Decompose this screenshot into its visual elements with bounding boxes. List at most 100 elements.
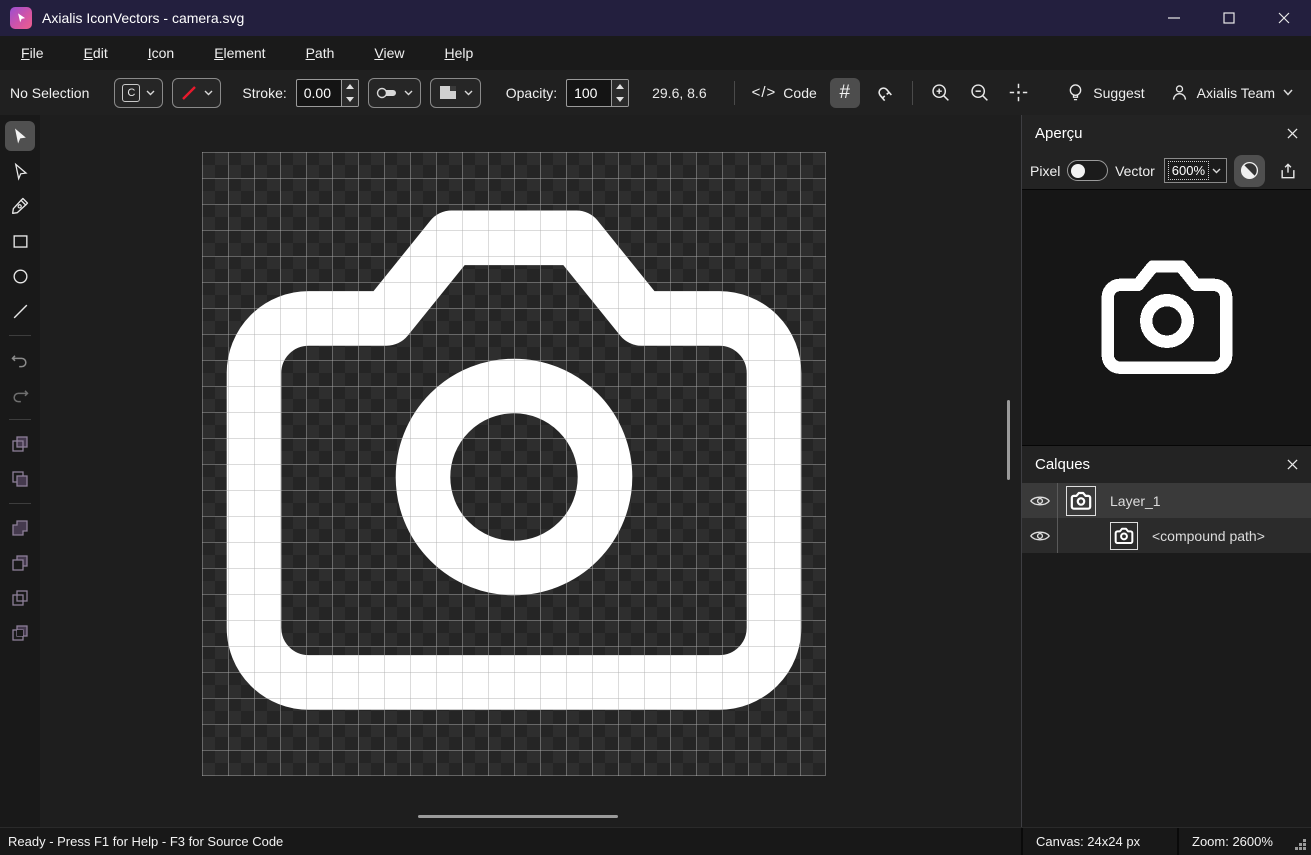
status-canvas-size: Canvas: 24x24 px bbox=[1021, 828, 1177, 855]
line-icon bbox=[11, 302, 30, 321]
preview-controls: Pixel Vector 600% bbox=[1022, 152, 1311, 190]
export-icon bbox=[1278, 161, 1298, 181]
camera-preview bbox=[1096, 247, 1238, 389]
main-area: Aperçu Pixel Vector 600% bbox=[0, 115, 1311, 827]
menu-help[interactable]: Help bbox=[429, 40, 488, 66]
maximize-button[interactable] bbox=[1201, 0, 1256, 36]
code-button[interactable]: </> Code bbox=[748, 84, 821, 101]
titlebar: Axialis IconVectors - camera.svg bbox=[0, 0, 1311, 36]
bring-forward-icon bbox=[10, 434, 30, 454]
menu-icon[interactable]: Icon bbox=[133, 40, 189, 66]
opacity-spin-up[interactable] bbox=[612, 80, 628, 93]
stroke-width-input[interactable] bbox=[297, 80, 341, 106]
preview-background-toggle[interactable] bbox=[1234, 155, 1265, 187]
chevron-down-icon bbox=[204, 90, 213, 96]
center-view-button[interactable] bbox=[1004, 78, 1034, 108]
layer-visibility-toggle[interactable] bbox=[1022, 518, 1058, 553]
pen-tool[interactable] bbox=[5, 191, 35, 221]
stroke-spin-down[interactable] bbox=[342, 93, 358, 106]
chevron-down-icon bbox=[1212, 168, 1221, 174]
rectangle-tool[interactable] bbox=[5, 226, 35, 256]
bring-forward-button[interactable] bbox=[5, 429, 35, 459]
zoom-in-button[interactable] bbox=[926, 78, 956, 108]
opacity-spin-down[interactable] bbox=[612, 93, 628, 106]
exclude-icon bbox=[10, 623, 30, 643]
artboard[interactable] bbox=[202, 152, 826, 776]
menu-element[interactable]: Element bbox=[199, 40, 280, 66]
layer-name: Layer_1 bbox=[1110, 493, 1161, 509]
preview-area bbox=[1022, 190, 1311, 446]
opacity-spinner bbox=[611, 80, 628, 106]
unite-paths-button[interactable] bbox=[5, 513, 35, 543]
close-icon bbox=[1287, 128, 1298, 139]
select-tool[interactable] bbox=[5, 121, 35, 151]
zoom-level-text: Zoom: 2600% bbox=[1192, 834, 1273, 849]
layers-panel-header: Calques bbox=[1022, 446, 1311, 483]
layers-panel-title: Calques bbox=[1035, 456, 1090, 473]
tools-sidebar bbox=[0, 115, 40, 827]
menu-view[interactable]: View bbox=[359, 40, 419, 66]
intersect-paths-button[interactable] bbox=[5, 583, 35, 613]
cursor-arrow-icon bbox=[10, 126, 30, 146]
vertical-scrollbar-thumb[interactable] bbox=[1007, 400, 1010, 480]
preview-close-button[interactable] bbox=[1287, 128, 1298, 139]
toolbar-separator bbox=[734, 81, 735, 105]
intersect-icon bbox=[10, 588, 30, 608]
close-button[interactable] bbox=[1256, 0, 1311, 36]
stroke-color-dropdown[interactable] bbox=[172, 78, 221, 108]
status-message: Ready - Press F1 for Help - F3 for Sourc… bbox=[0, 834, 1021, 849]
layer-row[interactable]: Layer_1 bbox=[1022, 483, 1311, 518]
send-backward-button[interactable] bbox=[5, 464, 35, 494]
stroke-spin-up[interactable] bbox=[342, 80, 358, 93]
magnet-icon bbox=[873, 82, 894, 103]
line-cap-dropdown[interactable] bbox=[368, 78, 421, 108]
snap-button[interactable] bbox=[869, 78, 899, 108]
exclude-paths-button[interactable] bbox=[5, 618, 35, 648]
menu-edit[interactable]: Edit bbox=[69, 40, 123, 66]
close-icon bbox=[1287, 459, 1298, 470]
contrast-icon bbox=[1239, 160, 1260, 181]
no-color-slash-icon bbox=[180, 84, 198, 102]
grid-toggle-button[interactable]: # bbox=[830, 78, 860, 108]
suggest-button[interactable]: Suggest bbox=[1066, 82, 1144, 103]
pixel-vector-toggle[interactable] bbox=[1067, 160, 1108, 181]
export-preview-button[interactable] bbox=[1272, 155, 1303, 187]
ellipse-tool[interactable] bbox=[5, 261, 35, 291]
canvas-viewport[interactable] bbox=[40, 115, 1022, 827]
undo-button[interactable] bbox=[5, 345, 35, 375]
account-menu[interactable]: Axialis Team bbox=[1170, 83, 1293, 102]
preview-zoom-value: 600% bbox=[1170, 163, 1207, 178]
layers-close-button[interactable] bbox=[1287, 459, 1298, 470]
window-title: Axialis IconVectors - camera.svg bbox=[42, 10, 244, 26]
subtract-paths-button[interactable] bbox=[5, 548, 35, 578]
chevron-down-icon bbox=[404, 90, 413, 96]
redo-button[interactable] bbox=[5, 380, 35, 410]
chevron-down-icon bbox=[146, 90, 155, 96]
corner-join-dropdown[interactable] bbox=[430, 78, 481, 108]
lightbulb-icon bbox=[1066, 82, 1085, 103]
menu-file[interactable]: File bbox=[6, 40, 59, 66]
pixel-label: Pixel bbox=[1030, 163, 1060, 179]
class-dropdown[interactable]: C bbox=[114, 78, 163, 108]
direct-select-tool[interactable] bbox=[5, 156, 35, 186]
app-window: Axialis IconVectors - camera.svg File Ed… bbox=[0, 0, 1311, 855]
statusbar: Ready - Press F1 for Help - F3 for Sourc… bbox=[0, 827, 1311, 855]
preview-zoom-select[interactable]: 600% bbox=[1164, 158, 1227, 183]
layer-visibility-toggle[interactable] bbox=[1022, 483, 1058, 518]
layer-row[interactable]: <compound path> bbox=[1022, 518, 1311, 553]
resize-grip[interactable] bbox=[1289, 828, 1311, 855]
preview-panel-header: Aperçu bbox=[1022, 115, 1311, 152]
stroke-label: Stroke: bbox=[242, 85, 286, 101]
opacity-input[interactable] bbox=[567, 80, 611, 106]
layer-thumbnail bbox=[1066, 486, 1096, 516]
zoom-out-button[interactable] bbox=[965, 78, 995, 108]
grid-icon: # bbox=[839, 82, 850, 104]
code-label: Code bbox=[783, 85, 816, 101]
layer-name: <compound path> bbox=[1152, 528, 1265, 544]
menu-path[interactable]: Path bbox=[291, 40, 350, 66]
camera-icon bbox=[1070, 490, 1092, 512]
minimize-button[interactable] bbox=[1146, 0, 1201, 36]
horizontal-scrollbar-thumb[interactable] bbox=[418, 815, 618, 818]
line-tool[interactable] bbox=[5, 296, 35, 326]
rectangle-icon bbox=[11, 232, 30, 251]
